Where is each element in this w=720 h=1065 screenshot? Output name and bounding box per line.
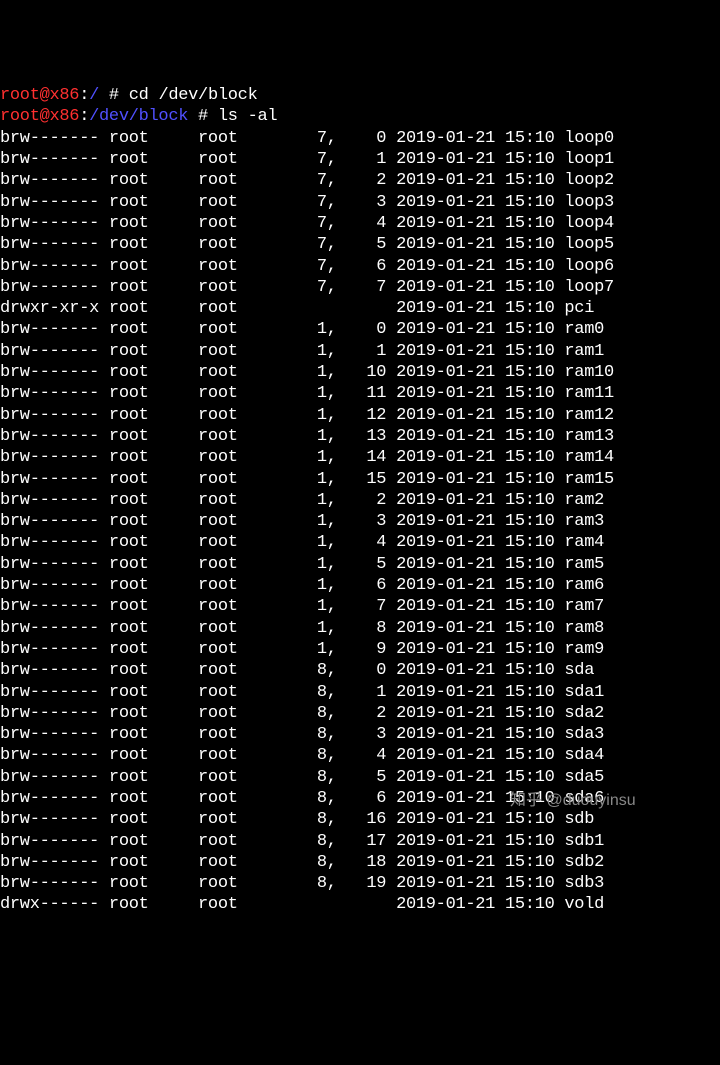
ls-row: brw------- root root 8, 3 2019-01-21 15:… xyxy=(0,724,720,745)
ls-row: brw------- root root 7, 0 2019-01-21 15:… xyxy=(0,128,720,149)
prompt-colon: : xyxy=(79,86,89,105)
prompt-path: / xyxy=(89,86,99,105)
ls-row: brw------- root root 7, 5 2019-01-21 15:… xyxy=(0,234,720,255)
ls-row: drwxr-xr-x root root 2019-01-21 15:10 pc… xyxy=(0,298,720,319)
ls-row: brw------- root root 8, 5 2019-01-21 15:… xyxy=(0,767,720,788)
ls-row: brw------- root root 1, 7 2019-01-21 15:… xyxy=(0,596,720,617)
prompt-line-1: root@x86:/ # cd /dev/block xyxy=(0,85,720,106)
ls-row: brw------- root root 7, 3 2019-01-21 15:… xyxy=(0,192,720,213)
prompt-colon: : xyxy=(79,107,89,126)
ls-row: brw------- root root 1, 15 2019-01-21 15… xyxy=(0,469,720,490)
watermark: 知乎 @duouyinsu xyxy=(510,790,636,811)
prompt-user: root@x86 xyxy=(0,86,79,105)
ls-row: brw------- root root 8, 19 2019-01-21 15… xyxy=(0,873,720,894)
ls-row: brw------- root root 1, 4 2019-01-21 15:… xyxy=(0,532,720,553)
ls-row: brw------- root root 1, 12 2019-01-21 15… xyxy=(0,405,720,426)
ls-row: brw------- root root 1, 8 2019-01-21 15:… xyxy=(0,618,720,639)
ls-row: brw------- root root 8, 17 2019-01-21 15… xyxy=(0,831,720,852)
ls-row: brw------- root root 1, 2 2019-01-21 15:… xyxy=(0,490,720,511)
ls-row: brw------- root root 8, 4 2019-01-21 15:… xyxy=(0,745,720,766)
ls-row: brw------- root root 1, 1 2019-01-21 15:… xyxy=(0,341,720,362)
prompt-sep: # xyxy=(188,107,218,126)
ls-row: brw------- root root 1, 5 2019-01-21 15:… xyxy=(0,554,720,575)
command-text: ls -al xyxy=(218,107,277,126)
prompt-user: root@x86 xyxy=(0,107,79,126)
ls-row: brw------- root root 1, 9 2019-01-21 15:… xyxy=(0,639,720,660)
ls-row: brw------- root root 1, 11 2019-01-21 15… xyxy=(0,383,720,404)
prompt-path: /dev/block xyxy=(89,107,188,126)
ls-row: brw------- root root 7, 2 2019-01-21 15:… xyxy=(0,170,720,191)
ls-row: brw------- root root 8, 0 2019-01-21 15:… xyxy=(0,660,720,681)
ls-row: brw------- root root 1, 13 2019-01-21 15… xyxy=(0,426,720,447)
ls-row: brw------- root root 1, 10 2019-01-21 15… xyxy=(0,362,720,383)
ls-row: brw------- root root 1, 0 2019-01-21 15:… xyxy=(0,319,720,340)
ls-row: brw------- root root 8, 18 2019-01-21 15… xyxy=(0,852,720,873)
ls-row: brw------- root root 8, 16 2019-01-21 15… xyxy=(0,809,720,830)
ls-row: brw------- root root 8, 1 2019-01-21 15:… xyxy=(0,682,720,703)
ls-row: brw------- root root 1, 14 2019-01-21 15… xyxy=(0,447,720,468)
prompt-line-2: root@x86:/dev/block # ls -al xyxy=(0,106,720,127)
ls-row: brw------- root root 1, 3 2019-01-21 15:… xyxy=(0,511,720,532)
ls-row: brw------- root root 8, 2 2019-01-21 15:… xyxy=(0,703,720,724)
ls-row: brw------- root root 1, 6 2019-01-21 15:… xyxy=(0,575,720,596)
prompt-sep: # xyxy=(99,86,129,105)
ls-row: brw------- root root 7, 1 2019-01-21 15:… xyxy=(0,149,720,170)
ls-row: brw------- root root 7, 7 2019-01-21 15:… xyxy=(0,277,720,298)
ls-row: brw------- root root 7, 6 2019-01-21 15:… xyxy=(0,256,720,277)
ls-row: drwx------ root root 2019-01-21 15:10 vo… xyxy=(0,894,720,915)
command-text: cd /dev/block xyxy=(129,86,258,105)
ls-row: brw------- root root 7, 4 2019-01-21 15:… xyxy=(0,213,720,234)
